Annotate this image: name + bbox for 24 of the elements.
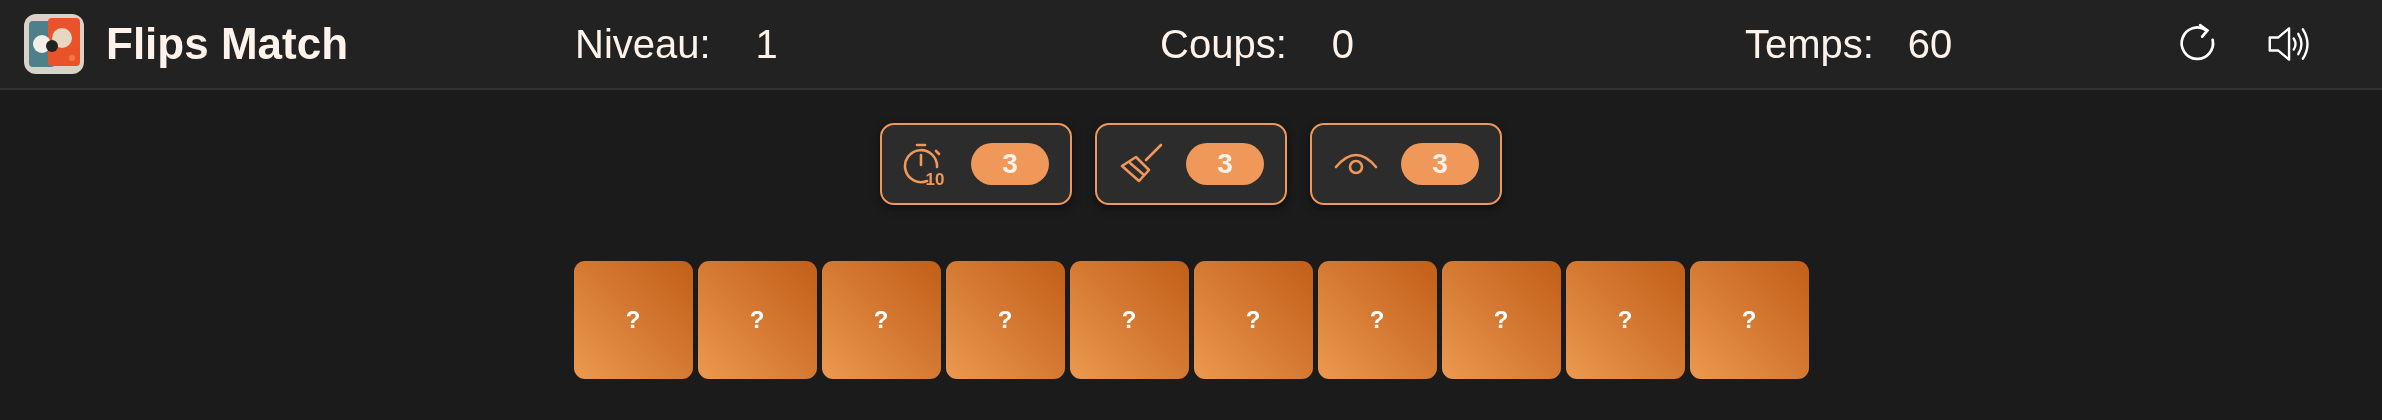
memory-card[interactable]: ? [1565,261,1685,379]
memory-card[interactable]: ? [573,261,693,379]
memory-card[interactable]: ? [821,261,941,379]
stat-value: 60 [1906,21,1954,67]
powerup-button[interactable]: 10 3 [880,123,1072,205]
memory-card[interactable]: ? [697,261,817,379]
powerup-button[interactable]: 3 [1310,123,1502,205]
stat-label: Niveau: [575,21,711,67]
stat-label: Coups: [1160,21,1287,67]
powerup-button[interactable]: 3 [1095,123,1287,205]
count-badge: 3 [971,143,1049,185]
stat-label: Temps: [1745,21,1874,67]
count-badge: 3 [1186,143,1264,185]
count-badge: 3 [1401,143,1479,185]
logo-icon [22,12,86,76]
memory-card[interactable]: ? [1689,261,1809,379]
app-title: Flips Match [106,19,349,69]
memory-card[interactable]: ? [1193,261,1313,379]
memory-card[interactable]: ? [1069,261,1189,379]
memory-card[interactable]: ? [945,261,1065,379]
memory-card[interactable]: ? [1317,261,1437,379]
memory-card[interactable]: ? [1441,261,1561,379]
stat-value: 1 [754,21,779,67]
stat-value: 0 [1330,21,1355,67]
